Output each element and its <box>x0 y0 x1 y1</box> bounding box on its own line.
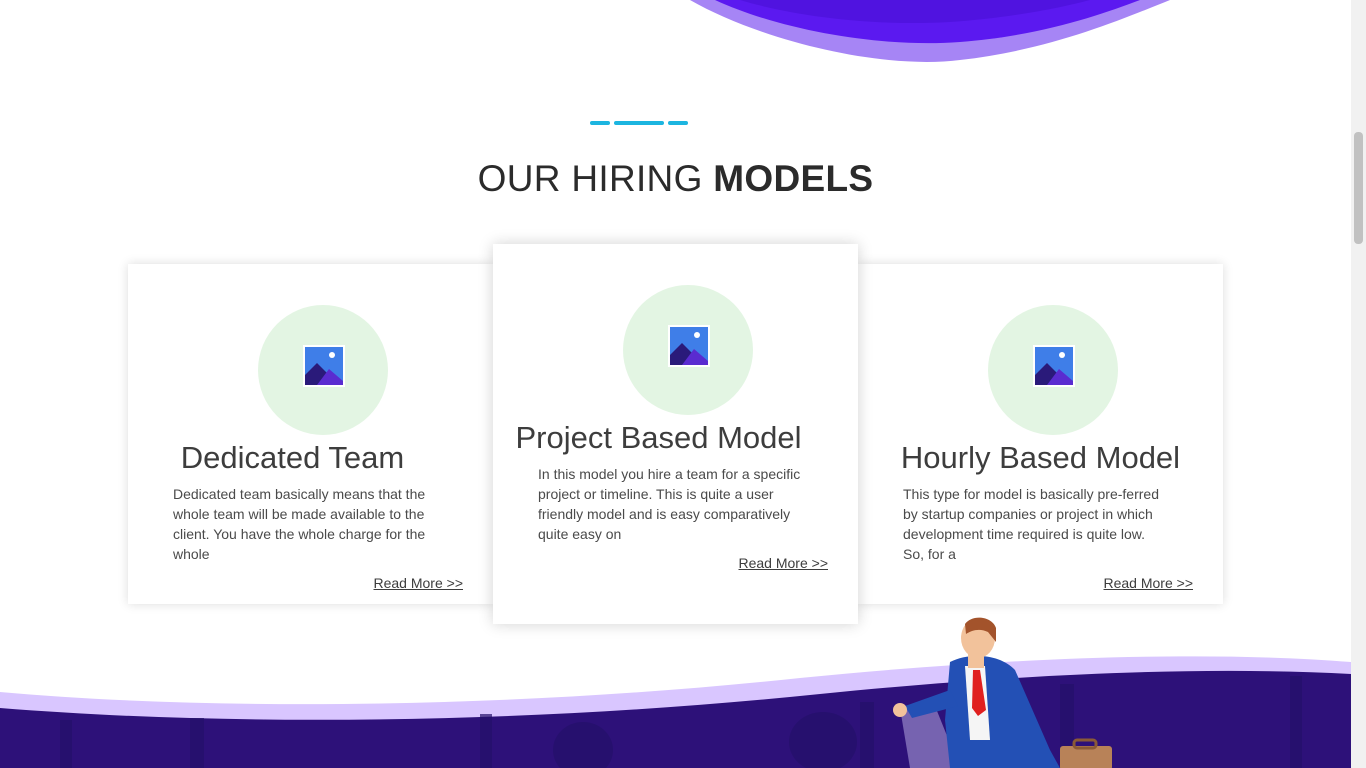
icon-circle <box>623 285 753 415</box>
section-title: OUR HIRING MODELS <box>477 158 874 199</box>
page-scrollbar[interactable] <box>1351 0 1366 768</box>
icon-circle <box>258 305 388 435</box>
image-icon <box>1033 345 1075 387</box>
image-icon <box>668 325 710 367</box>
top-wave-decoration <box>690 0 1170 62</box>
read-more-link[interactable]: Read More >> <box>1104 575 1194 591</box>
card-description: In this model you hire a team for a spec… <box>538 466 801 542</box>
hiring-card-project-based: Project Based Model In this model you hi… <box>493 244 858 624</box>
card-description: This type for model is basically pre-fer… <box>903 486 1159 562</box>
card-title: Hourly Based Model <box>900 440 1181 475</box>
hiring-card-hourly-based: Hourly Based Model This type for model i… <box>858 264 1223 604</box>
card-title: Dedicated Team <box>180 440 405 475</box>
read-more-link[interactable]: Read More >> <box>374 575 464 591</box>
icon-circle <box>988 305 1118 435</box>
scrollbar-thumb[interactable] <box>1354 132 1363 244</box>
image-icon <box>303 345 345 387</box>
card-title: Project Based Model <box>515 420 802 455</box>
hiring-card-dedicated-team: Dedicated Team Dedicated team basically … <box>128 264 493 604</box>
bottom-scene-illustration <box>0 617 1351 768</box>
read-more-link[interactable]: Read More >> <box>739 555 829 571</box>
card-description: Dedicated team basically means that the … <box>173 486 426 562</box>
